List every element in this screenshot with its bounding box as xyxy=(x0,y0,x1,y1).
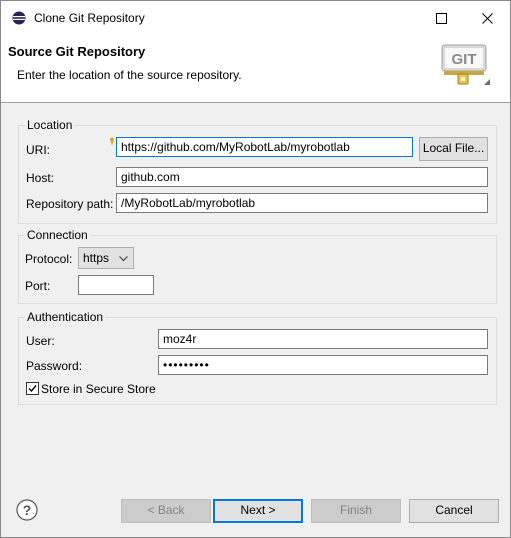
port-label: Port: xyxy=(25,279,51,293)
maximize-icon xyxy=(435,12,447,24)
uri-input[interactable]: https://github.com/MyRobotLab/myrobotlab xyxy=(116,137,413,157)
password-label: Password: xyxy=(26,359,83,373)
eclipse-app-icon xyxy=(12,11,26,25)
protocol-label: Protocol: xyxy=(25,252,73,266)
clone-git-repository-dialog: Clone Git Repository Source Git Reposito… xyxy=(0,0,511,538)
authentication-legend: Authentication xyxy=(25,310,106,324)
protocol-value: https xyxy=(83,251,110,265)
page-title: Source Git Repository xyxy=(8,44,146,59)
close-icon xyxy=(481,12,493,24)
close-button[interactable] xyxy=(464,1,510,35)
repository-path-label: Repository path: xyxy=(26,197,114,211)
uri-label: URI: xyxy=(26,143,50,157)
content-assist-marker-icon xyxy=(110,137,114,146)
host-label: Host: xyxy=(26,171,55,185)
help-button[interactable]: ? xyxy=(16,499,38,521)
git-logo-icon: GIT xyxy=(441,44,490,85)
checkmark-icon xyxy=(28,385,37,393)
protocol-select[interactable]: https xyxy=(78,247,134,269)
title-bar: Clone Git Repository xyxy=(1,1,510,35)
host-input[interactable]: github.com xyxy=(116,167,488,187)
git-logo-text: GIT xyxy=(452,51,477,68)
finish-button[interactable]: Finish xyxy=(311,499,401,523)
help-icon: ? xyxy=(16,499,38,521)
window-title: Clone Git Repository xyxy=(34,11,145,25)
chevron-down-icon xyxy=(119,256,128,262)
local-file-button[interactable]: Local File... xyxy=(419,137,488,161)
maximize-button[interactable] xyxy=(418,1,464,35)
store-secure-label[interactable]: Store in Secure Store xyxy=(41,382,156,396)
cancel-button[interactable]: Cancel xyxy=(409,499,499,523)
store-secure-checkbox[interactable] xyxy=(26,382,39,395)
svg-text:?: ? xyxy=(23,502,32,518)
user-label: User: xyxy=(26,334,55,348)
password-input[interactable]: ••••••••• xyxy=(158,355,488,375)
back-button[interactable]: < Back xyxy=(121,499,211,523)
port-input[interactable] xyxy=(78,275,154,295)
wizard-header: Source Git Repository Enter the location… xyxy=(1,35,510,103)
page-description: Enter the location of the source reposit… xyxy=(17,68,242,82)
connection-legend: Connection xyxy=(25,228,90,242)
repository-path-input[interactable]: /MyRobotLab/myrobotlab xyxy=(116,193,488,213)
location-legend: Location xyxy=(25,118,75,132)
next-button[interactable]: Next > xyxy=(213,499,303,523)
user-input[interactable]: moz4r xyxy=(158,329,488,349)
